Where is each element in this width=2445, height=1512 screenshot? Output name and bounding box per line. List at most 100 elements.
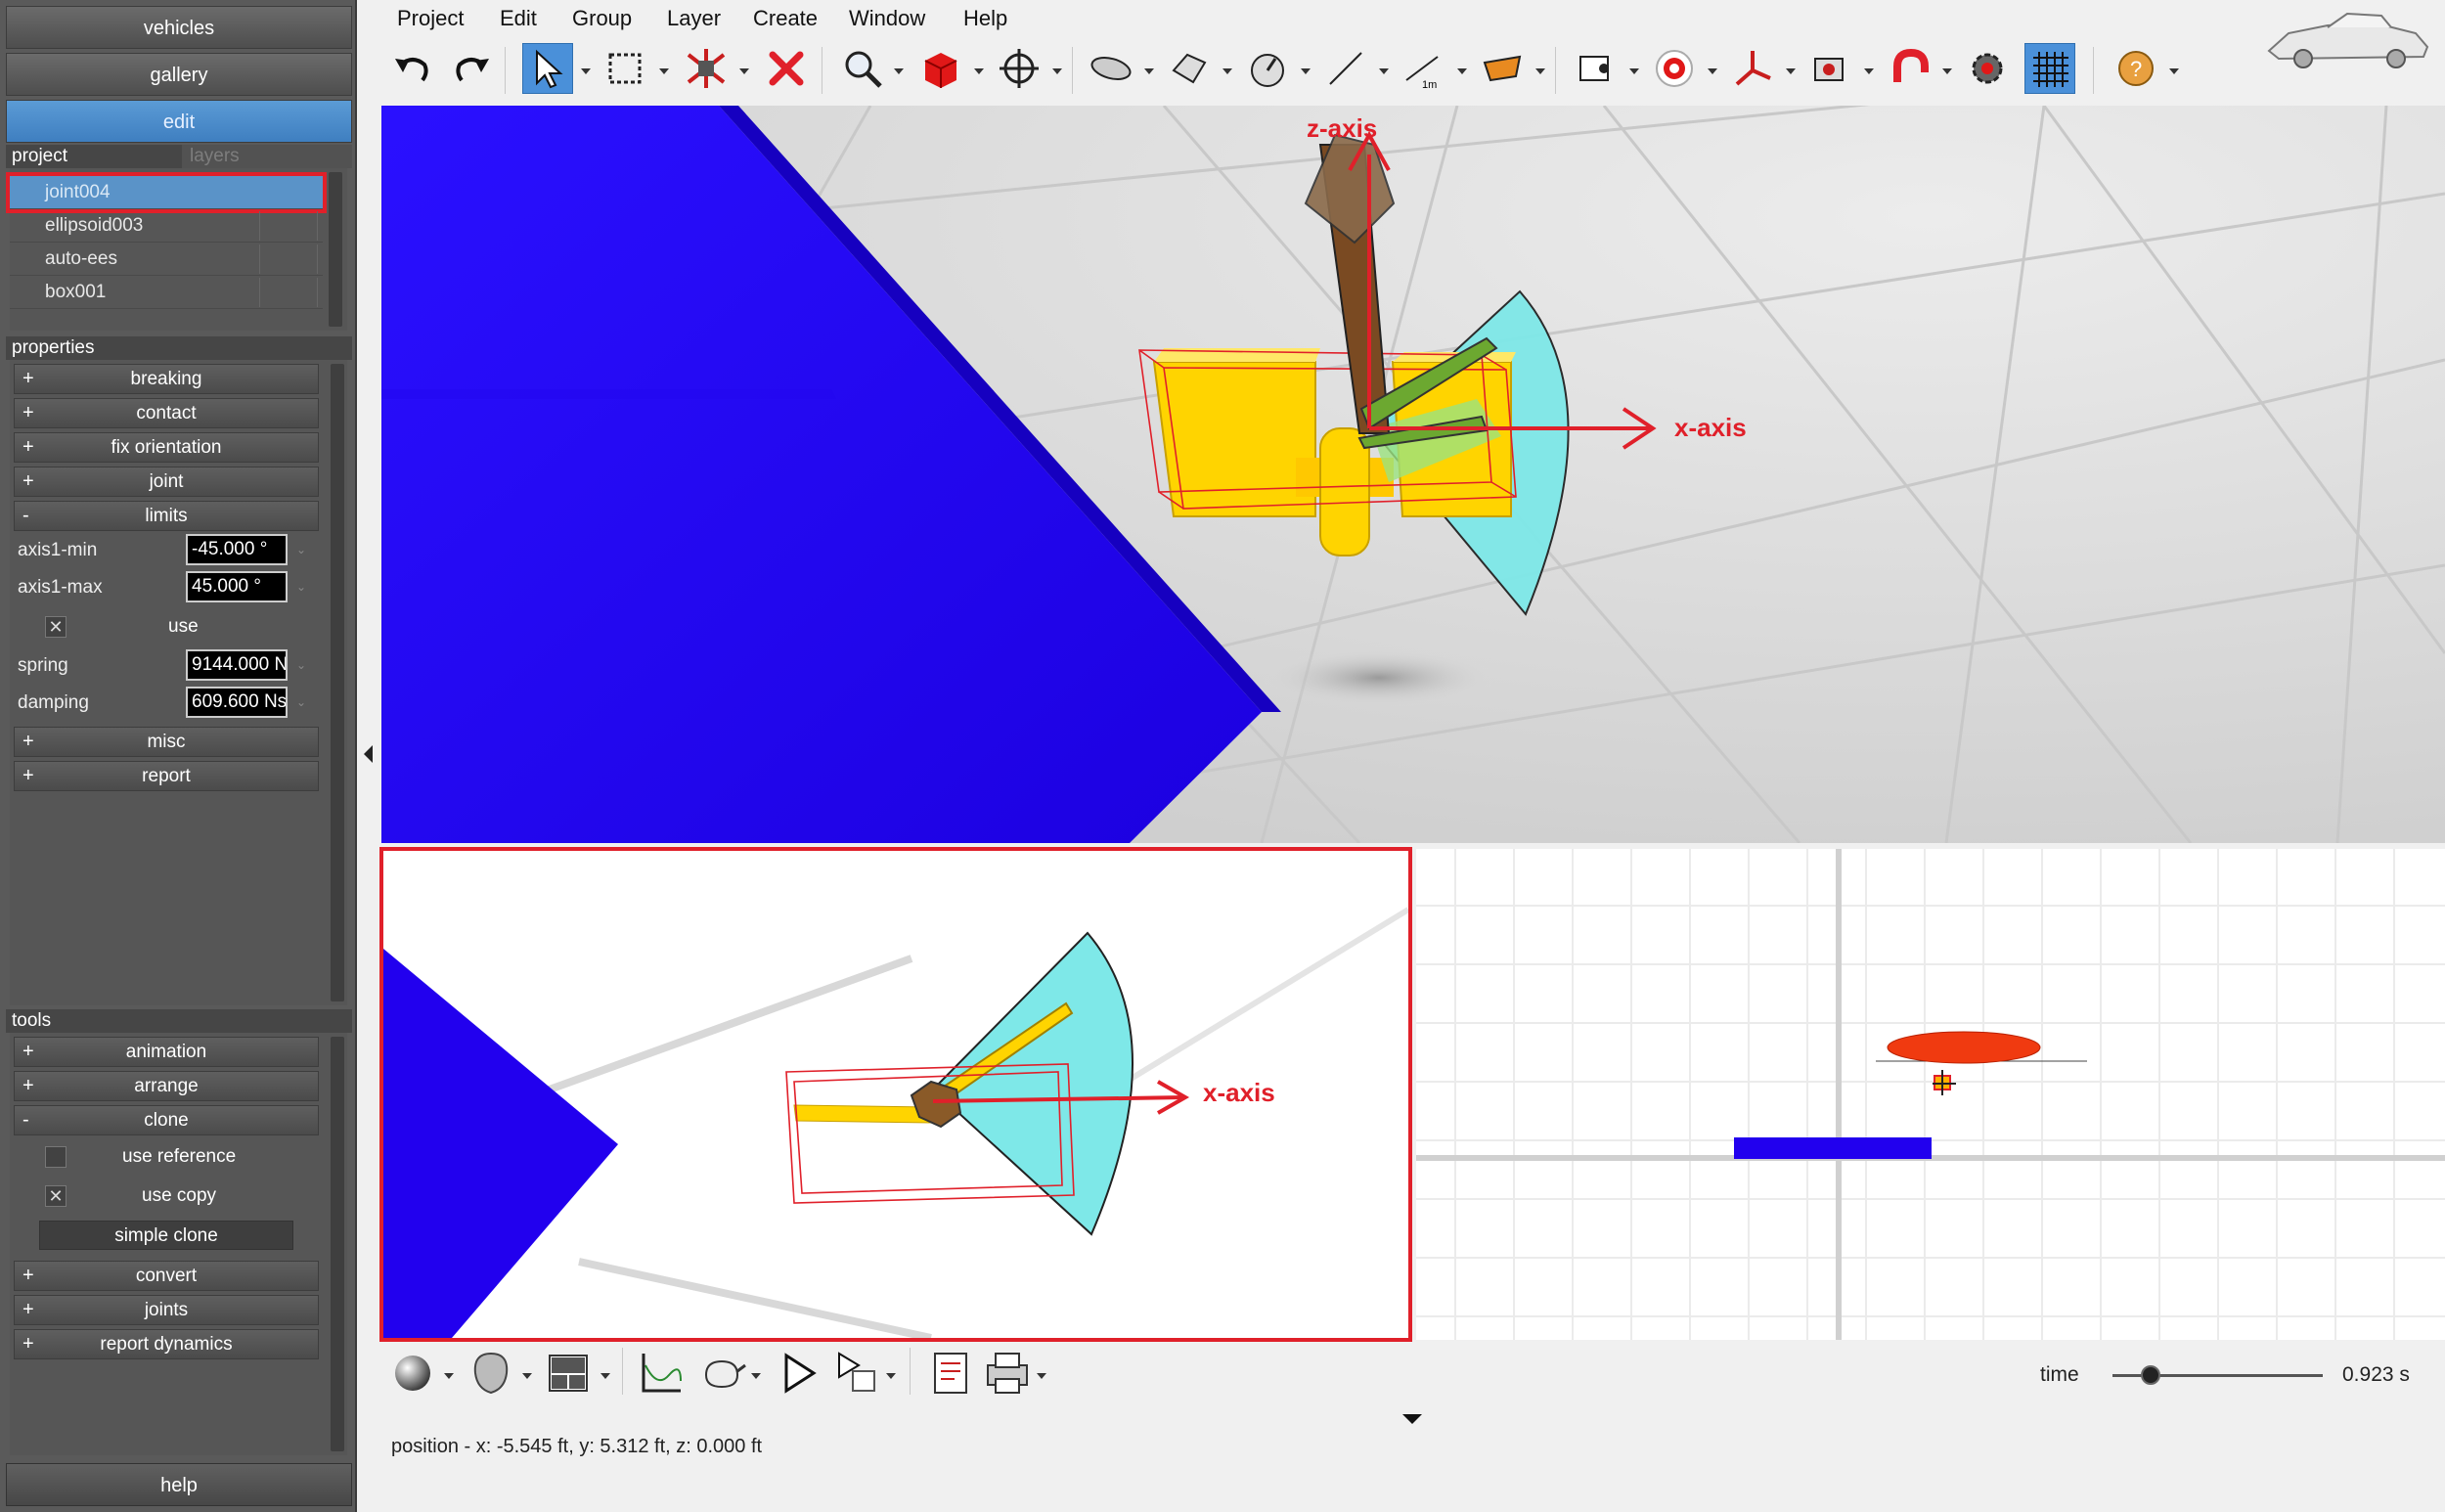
joint-dropdown[interactable] [1301,68,1311,74]
vehicles-button[interactable]: vehicles [6,6,352,49]
delete-icon[interactable] [761,43,812,94]
layout-dropdown[interactable] [600,1373,610,1379]
mesh-icon[interactable] [1477,43,1528,94]
target-dropdown[interactable] [1708,68,1717,74]
explode-icon[interactable] [681,43,732,94]
camera-dropdown[interactable] [1629,68,1639,74]
time-slider-handle[interactable] [2140,1365,2160,1385]
measure-dropdown[interactable] [1457,68,1467,74]
prop-group-breaking[interactable]: + breaking [14,364,319,394]
plane-dropdown[interactable] [1222,68,1232,74]
head-dropdown[interactable] [522,1373,532,1379]
play-icon[interactable] [771,1346,825,1401]
sphere-shading-icon[interactable] [387,1346,442,1401]
axis1-max-spinner[interactable]: ⌄ [291,571,311,602]
menu-edit[interactable]: Edit [500,6,537,31]
magnet-dropdown[interactable] [1942,68,1952,74]
ellipsoid-icon[interactable] [1086,43,1136,94]
tool-group-arrange[interactable]: + arrange [14,1071,319,1101]
simple-clone-button[interactable]: simple clone [39,1221,293,1250]
project-tab[interactable]: project [12,146,67,166]
menu-window[interactable]: Window [849,6,925,31]
magnet-icon[interactable] [1884,43,1934,94]
head-icon[interactable] [464,1346,518,1401]
prop-group-joint[interactable]: + joint [14,467,319,497]
sensor-dropdown[interactable] [1864,68,1874,74]
zoom-icon[interactable] [837,43,888,94]
box-icon[interactable] [915,43,966,94]
tool-group-animation[interactable]: + animation [14,1037,319,1067]
prop-group-report[interactable]: + report [14,761,319,791]
move-icon[interactable] [994,43,1045,94]
help-icon[interactable]: ? [2111,43,2161,94]
spring-spinner[interactable]: ⌄ [291,649,311,681]
prop-group-fix-orientation[interactable]: + fix orientation [14,432,319,463]
layout-icon[interactable] [542,1346,597,1401]
select-rect-dropdown[interactable] [659,68,669,74]
menu-create[interactable]: Create [753,6,818,31]
tool-group-clone[interactable]: - clone [14,1105,319,1135]
grid-icon[interactable] [2024,43,2075,94]
layers-tab[interactable]: layers [182,145,352,168]
undo-icon[interactable] [387,43,438,94]
use-limits-checkbox[interactable]: ✕ [45,616,67,638]
tools-scrollbar[interactable] [331,1037,344,1451]
select-arrow-icon[interactable] [522,43,573,94]
play-options-icon[interactable] [829,1346,884,1401]
select-rect-icon[interactable] [600,43,651,94]
prop-group-misc[interactable]: + misc [14,727,319,757]
gear-icon[interactable] [1962,43,2013,94]
menu-help[interactable]: Help [963,6,1007,31]
box-dropdown[interactable] [974,68,984,74]
menu-group[interactable]: Group [572,6,632,31]
graph-icon[interactable] [634,1346,689,1401]
target-icon[interactable] [1649,43,1700,94]
axes-icon[interactable] [1727,43,1778,94]
menu-project[interactable]: Project [397,6,464,31]
mesh-dropdown[interactable] [1535,68,1545,74]
collapse-panel-arrow[interactable] [364,745,373,763]
damping-input[interactable]: 609.600 Ns [186,687,288,718]
axis1-min-spinner[interactable]: ⌄ [291,534,311,565]
properties-scrollbar[interactable] [331,364,344,1001]
ellipsoid-dropdown[interactable] [1144,68,1154,74]
list-item-box001[interactable]: box001 [10,276,323,309]
prop-group-limits[interactable]: - limits [14,501,319,531]
print-icon[interactable] [980,1346,1035,1401]
zoom-dropdown[interactable] [894,68,904,74]
list-item-joint004[interactable]: joint004 [6,172,327,213]
play-options-dropdown[interactable] [886,1373,896,1379]
shading-dropdown[interactable] [444,1373,454,1379]
tool-group-report-dynamics[interactable]: + report dynamics [14,1329,319,1359]
sensor-icon[interactable] [1805,43,1856,94]
damping-spinner[interactable]: ⌄ [291,687,311,718]
edit-button[interactable]: edit [6,100,352,143]
side-viewport[interactable] [1416,849,2445,1340]
tool-group-joints[interactable]: + joints [14,1295,319,1325]
top-viewport[interactable]: x-axis [379,847,1412,1342]
teapot-icon[interactable] [694,1346,749,1401]
tool-group-convert[interactable]: + convert [14,1261,319,1291]
line-icon[interactable] [1320,43,1371,94]
redo-icon[interactable] [446,43,497,94]
joint-icon[interactable] [1242,43,1293,94]
print-dropdown[interactable] [1037,1373,1046,1379]
explode-dropdown[interactable] [739,68,749,74]
axis1-min-input[interactable]: -45.000 ° [186,534,288,565]
menu-layer[interactable]: Layer [667,6,721,31]
use-copy-checkbox[interactable]: ✕ [45,1185,67,1207]
axis1-max-input[interactable]: 45.000 ° [186,571,288,602]
project-scrollbar[interactable] [329,172,342,327]
report-icon[interactable] [923,1346,978,1401]
perspective-viewport[interactable]: z-axis x-axis [381,106,2445,843]
axes-dropdown[interactable] [1786,68,1796,74]
line-dropdown[interactable] [1379,68,1389,74]
plane-icon[interactable] [1164,43,1215,94]
spring-input[interactable]: 9144.000 N [186,649,288,681]
select-dropdown[interactable] [581,68,591,74]
move-dropdown[interactable] [1052,68,1062,74]
help-dropdown[interactable] [2169,68,2179,74]
measure-icon[interactable]: 1m [1399,43,1449,94]
prop-group-contact[interactable]: + contact [14,398,319,428]
teapot-dropdown[interactable] [751,1373,761,1379]
